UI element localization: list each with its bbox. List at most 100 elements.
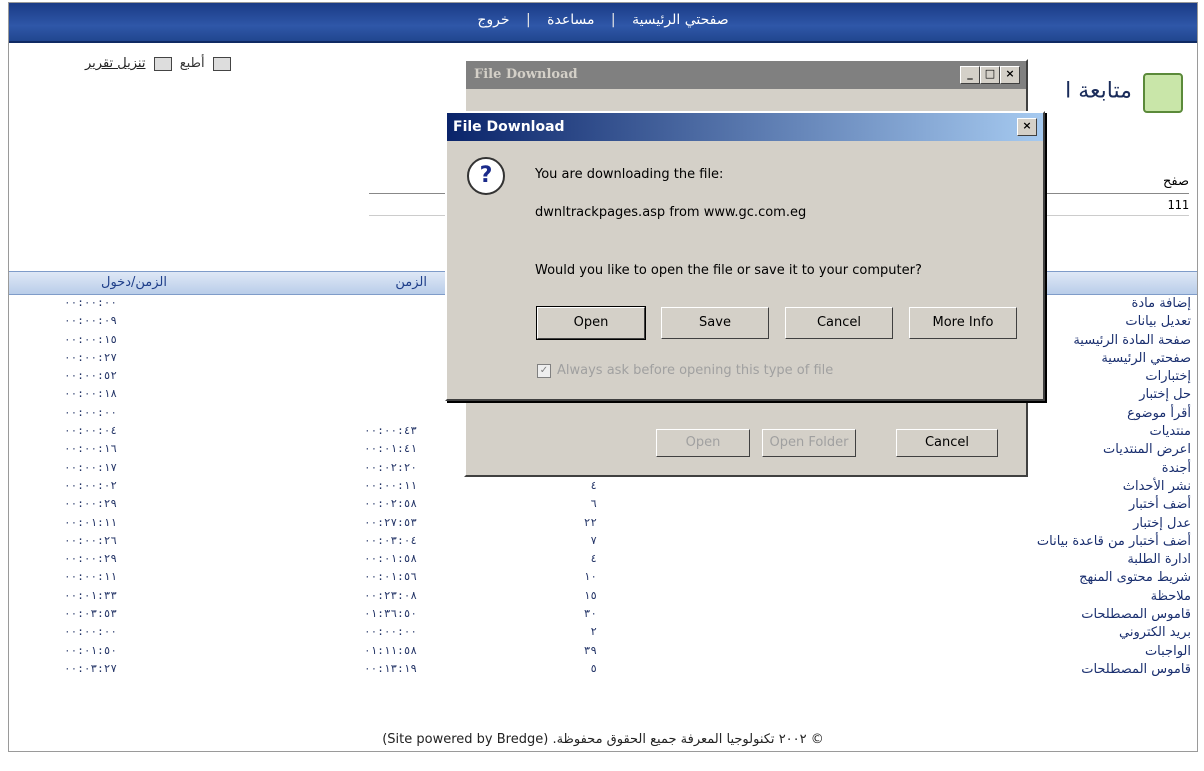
visit-count: ٤ [590,552,597,566]
nav-home-link[interactable]: صفحتي الرئيسية [626,12,735,28]
always-ask-checkbox: ✓ Always ask before opening this type of … [537,363,833,378]
browser-page: صفحتي الرئيسية | مساعدة | خروج أطبع تنزي… [8,2,1198,752]
page-name-link[interactable]: صفحتي الرئيسية [1101,351,1191,366]
minimize-button[interactable]: _ [960,66,980,84]
page-name-link[interactable]: اعرض المنتديات [1103,442,1191,457]
page-name-link[interactable]: إضافة مادة [1132,296,1191,311]
maximize-button[interactable]: □ [980,66,1000,84]
visit-count: ٢٢ [583,515,597,529]
page-name-link[interactable]: صفحة المادة الرئيسية [1073,333,1191,348]
open-button[interactable]: Open [536,306,646,340]
table-row: قاموس المصطلحات ٣٠ ٠١:٣٦:٥٠ ٠٠:٠٣:٥٣ [9,606,1197,624]
table-row: ملاحظة ١٥ ٠٠:٢٣:٠٨ ٠٠:٠١:٣٣ [9,588,1197,606]
back-open-button: Open [656,429,750,457]
download-report-link[interactable]: تنزيل تقرير [85,56,145,71]
table-row: نشر الأحداث ٤ ٠٠:٠٠:١١ ٠٠:٠٠:٠٢ [9,478,1197,496]
time-per-visit: ٠٠:٠٠:١٥ [64,332,117,346]
nav-separator: | [525,12,531,28]
page-name-link[interactable]: حل إختبار [1139,387,1191,402]
page-name-link[interactable]: بريد الكتروني [1119,625,1191,640]
visit-count: ١٥ [583,588,597,602]
file-download-dialog: File Download × ? You are downloading th… [445,111,1045,401]
total-time: ٠٠:٠١:٥٦ [364,570,417,584]
visit-count: ١٠ [583,570,597,584]
page-name-link[interactable]: شريط محتوى المنهج [1079,570,1191,585]
page-name-link[interactable]: أضف أختبار [1129,497,1191,512]
header-time-in: الزمن/دخول [101,275,167,290]
download-icon[interactable] [153,56,172,71]
page-name-link[interactable]: أضف أختبار من قاعدة بيانات [1037,534,1191,549]
checkbox-check-icon: ✓ [537,363,551,378]
header-time: الزمن [395,275,427,290]
time-per-visit: ٠٠:٠١:١١ [64,515,117,529]
more-info-button[interactable]: More Info [909,307,1017,339]
time-per-visit: ٠٠:٠٠:٠٤ [64,424,117,438]
page-name-link[interactable]: قاموس المصطلحات [1081,662,1191,677]
dialog-message-line1: You are downloading the file: [535,167,724,182]
page-name-link[interactable]: ملاحظة [1151,589,1191,604]
time-per-visit: ٠٠:٠١:٣٣ [64,588,117,602]
summary-value-page: 111 [1029,195,1189,216]
time-per-visit: ٠٠:٠٠:٢٩ [64,552,117,566]
cancel-button[interactable]: Cancel [785,307,893,339]
page-name-link[interactable]: منتديات [1150,424,1191,439]
page-name-link[interactable]: ادارة الطلبة [1127,552,1191,567]
table-row: الواجبات ٣٩ ٠١:١١:٥٨ ٠٠:٠١:٥٠ [9,643,1197,661]
total-time: ٠٠:٢٧:٥٣ [364,515,417,529]
nav-separator: | [610,12,616,28]
table-row: بريد الكتروني ٢ ٠٠:٠٠:٠٠ ٠٠:٠٠:٠٠ [9,624,1197,642]
time-per-visit: ٠٠:٠٠:٠٢ [64,478,117,492]
time-per-visit: ٠٠:٠٣:٢٧ [64,661,117,675]
close-icon[interactable]: × [1000,66,1020,84]
page-name-link[interactable]: أجندة [1162,461,1191,476]
save-button[interactable]: Save [661,307,769,339]
visit-count: ٥ [590,661,597,675]
time-per-visit: ٠٠:٠٠:٢٦ [64,533,117,547]
page-name-link[interactable]: نشر الأحداث [1123,479,1191,494]
question-icon: ? [467,157,505,195]
page-footer: © ٢٠٠٢ تكنولوجيا المعرفة جميع الحقوق محف… [382,732,824,747]
dialog-question: Would you like to open the file or save … [535,263,922,278]
print-link[interactable]: أطبع [180,56,205,71]
page-name-link[interactable]: أقرأ موضوع [1127,406,1191,421]
page-name-link[interactable]: عدل إختبار [1133,516,1191,531]
page-name-link[interactable]: قاموس المصطلحات [1081,607,1191,622]
time-per-visit: ٠٠:٠٠:٠٠ [64,296,117,309]
nav-help-link[interactable]: مساعدة [541,12,600,28]
total-time: ٠٠:٠٠:٤٣ [364,424,417,438]
close-icon[interactable]: × [1017,118,1037,136]
nav-logout-link[interactable]: خروج [471,12,515,28]
visit-count: ٤ [590,478,597,492]
time-per-visit: ٠٠:٠١:٥٠ [64,643,117,657]
total-time: ٠٠:١٣:١٩ [364,661,417,675]
back-cancel-button[interactable]: Cancel [896,429,998,457]
total-time: ٠٠:٠١:٤١ [364,442,417,456]
total-time: ٠١:٣٦:٥٠ [364,607,417,621]
total-time: ٠٠:٠٠:٠٠ [364,625,417,639]
time-per-visit: ٠٠:٠٠:١٨ [64,387,117,401]
dialog-back-titlebar[interactable]: File Download _ □ × [466,61,1026,89]
page-title: متابعة ا [1065,78,1132,104]
time-per-visit: ٠٠:٠٠:١١ [64,570,117,584]
time-per-visit: ٠٠:٠٠:٢٧ [64,350,117,364]
tracking-logo-icon [1143,73,1183,113]
summary-header-page: صفح [1029,171,1189,194]
visit-count: ٣٩ [583,643,597,657]
visit-count: ٧ [590,533,597,547]
page-name-link[interactable]: الواجبات [1145,644,1191,659]
visit-count: ٣٠ [583,607,597,621]
report-tools: أطبع تنزيل تقرير [85,56,235,71]
table-row: قاموس المصطلحات ٥ ٠٠:١٣:١٩ ٠٠:٠٣:٢٧ [9,661,1197,679]
total-time: ٠٠:٠١:٥٨ [364,552,417,566]
page-name-link[interactable]: تعديل بيانات [1125,314,1191,329]
printer-icon[interactable] [212,56,231,71]
time-per-visit: ٠٠:٠٠:٠٠ [64,405,117,419]
top-nav: صفحتي الرئيسية | مساعدة | خروج [9,12,1197,28]
top-navigation-bar: صفحتي الرئيسية | مساعدة | خروج [9,3,1197,43]
visit-count: ٦ [590,497,597,511]
page-name-link[interactable]: إختبارات [1145,369,1191,384]
table-row: ادارة الطلبة ٤ ٠٠:٠١:٥٨ ٠٠:٠٠:٢٩ [9,551,1197,569]
total-time: ٠٠:٠٢:٢٠ [364,460,417,474]
total-time: ٠٠:٢٣:٠٨ [364,588,417,602]
dialog-titlebar[interactable]: File Download × [447,113,1043,141]
